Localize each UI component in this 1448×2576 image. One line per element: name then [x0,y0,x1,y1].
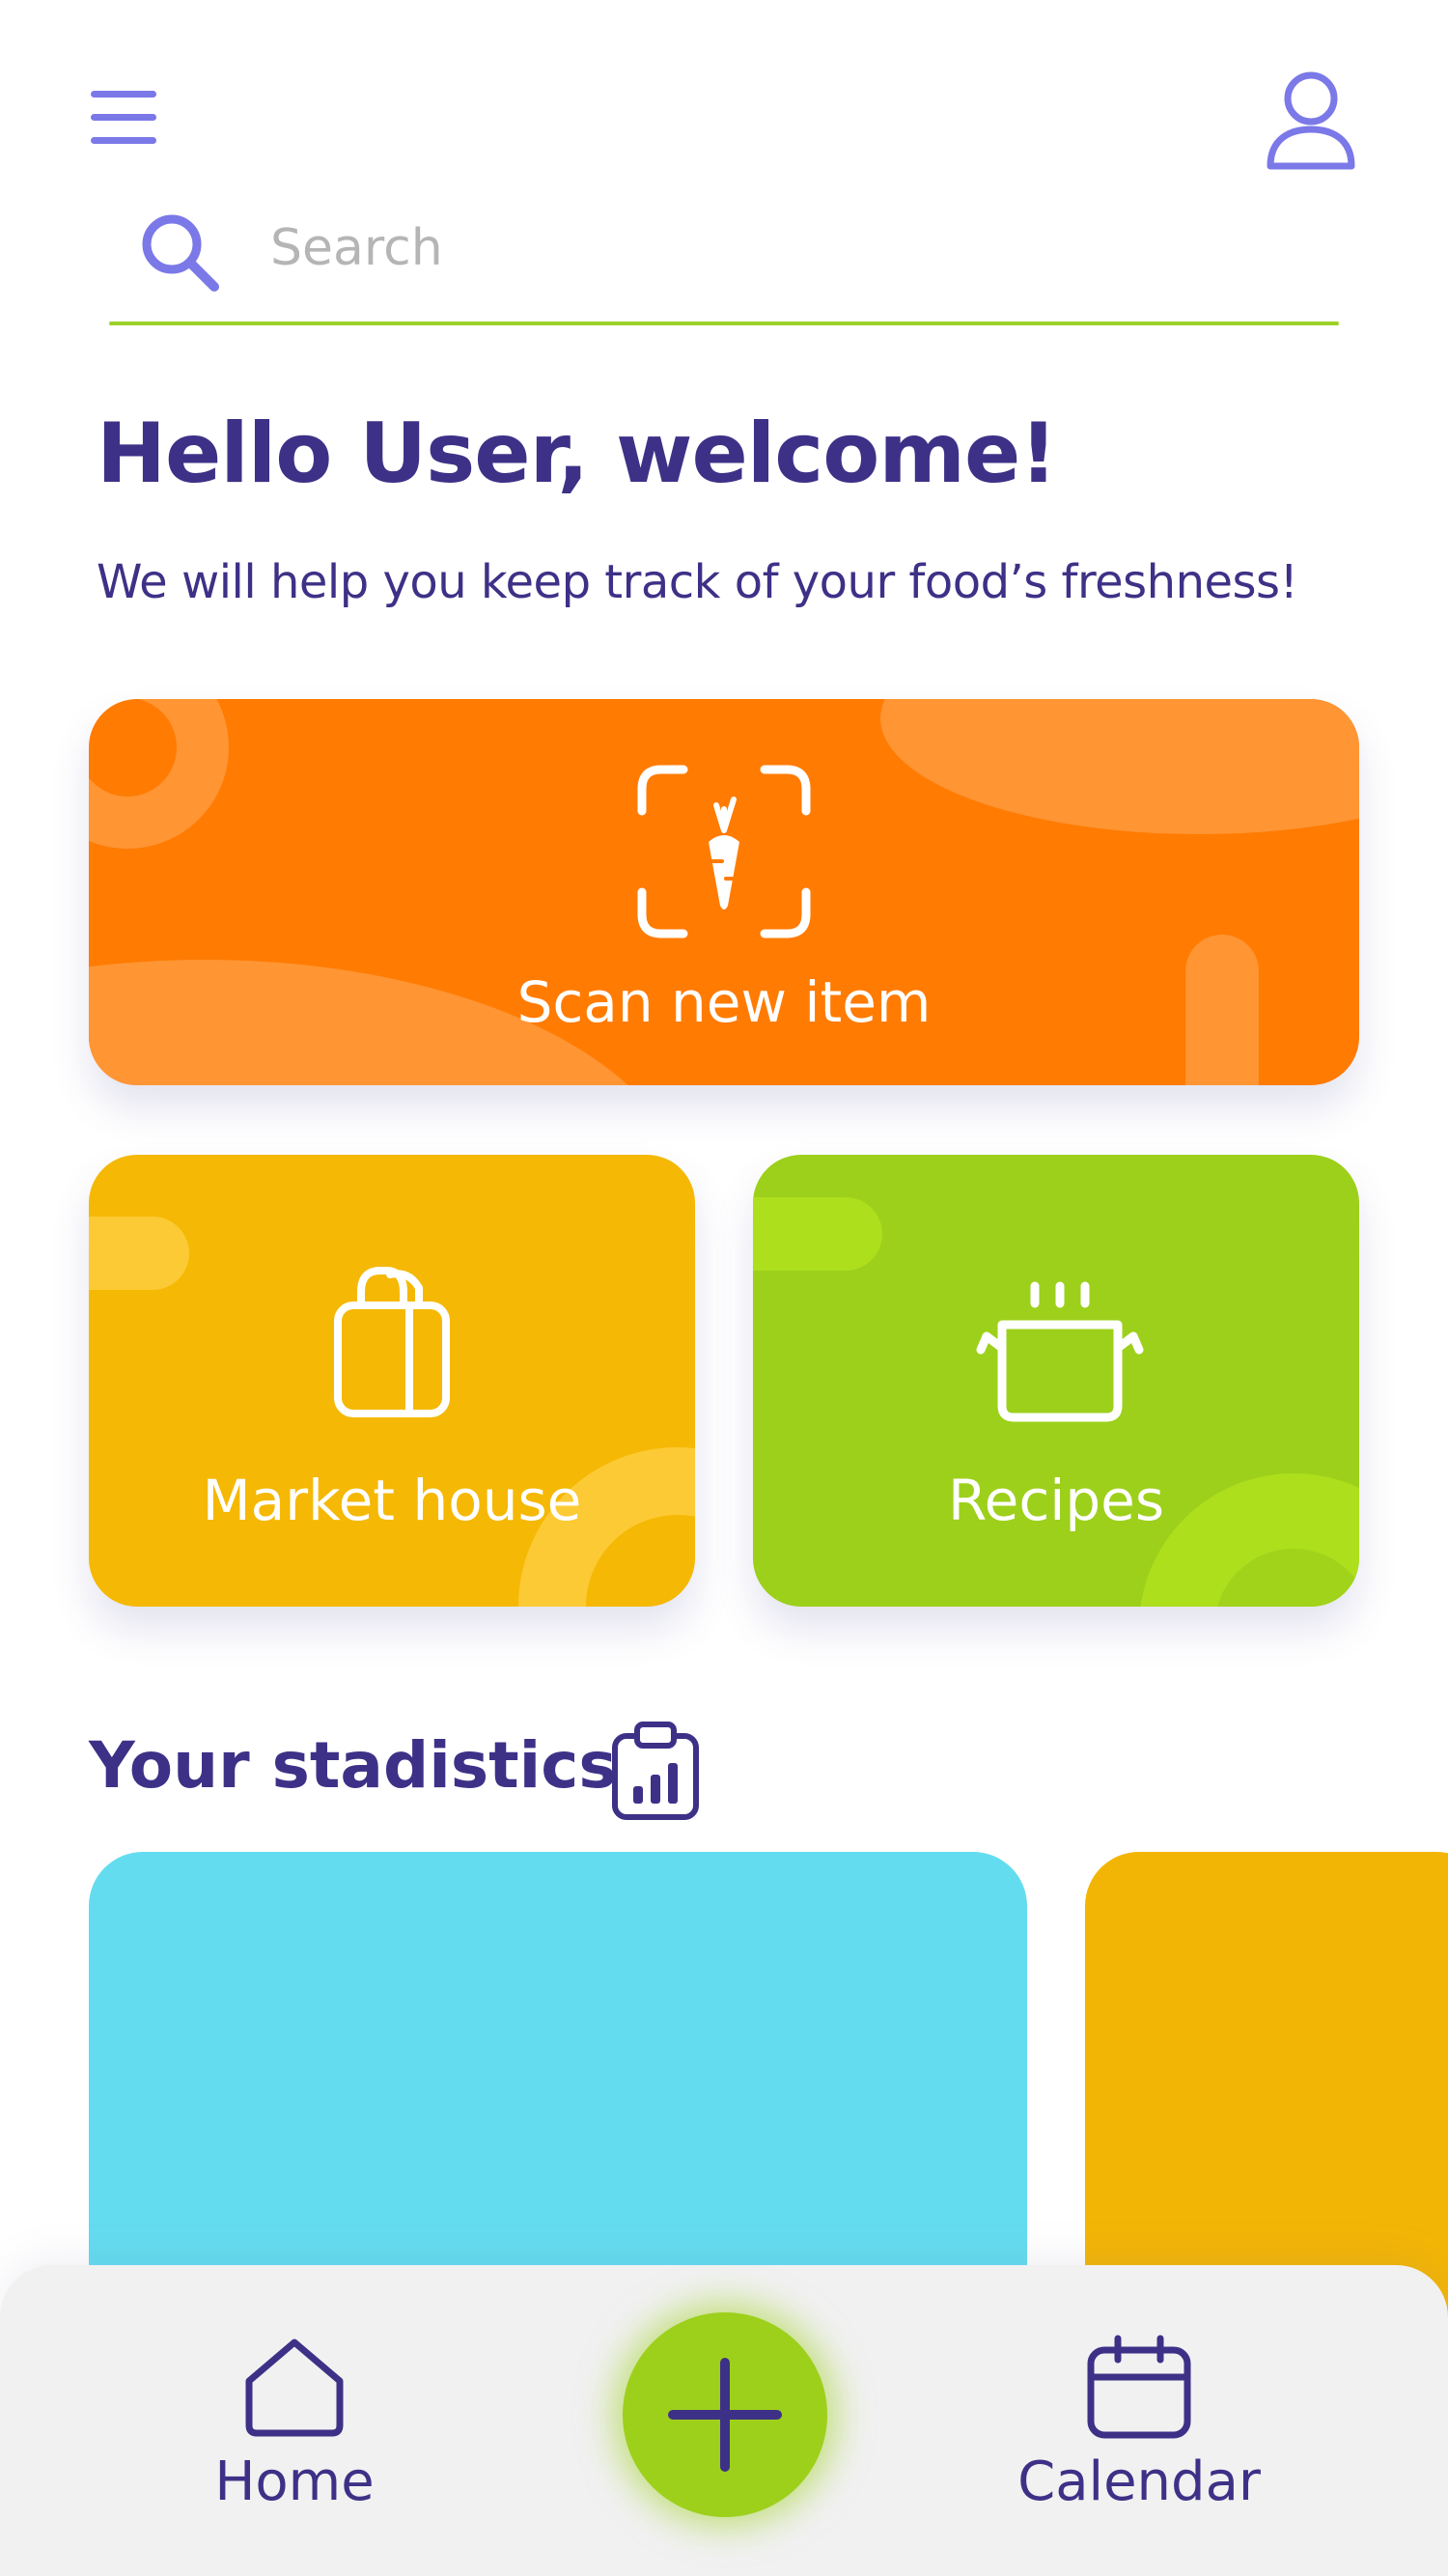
scan-new-item-card[interactable]: Scan new item [89,699,1359,1085]
app-screen: Hello User, welcome! We will help you ke… [0,0,1448,2576]
hamburger-menu-icon[interactable] [87,85,164,153]
nav-home-label: Home [214,2450,375,2513]
menu-line [91,114,156,121]
menu-line [91,137,156,144]
plus-icon [668,2358,782,2472]
user-icon[interactable] [1265,70,1357,176]
home-icon [241,2337,348,2439]
nav-calendar-label: Calendar [1017,2450,1261,2513]
clipboard-chart-icon[interactable] [610,1721,701,1821]
page-subtitle: We will help you keep track of your food… [97,555,1298,609]
page-title: Hello User, welcome! [97,406,1058,502]
search-underline [109,322,1339,325]
shopping-bag-icon [332,1263,452,1419]
recipes-label: Recipes [947,1468,1165,1533]
market-house-label: Market house [202,1468,582,1533]
statistics-title: Your stadistics [89,1728,617,1803]
search-icon[interactable] [135,208,222,294]
nav-calendar[interactable]: Calendar [1004,2335,1274,2528]
scan-carrot-icon [637,765,811,938]
nav-home[interactable]: Home [193,2337,396,2530]
recipes-card[interactable]: Recipes [753,1155,1359,1607]
add-button[interactable] [623,2312,827,2517]
calendar-icon [1085,2335,1193,2441]
search-input[interactable] [270,208,1236,289]
market-house-card[interactable]: Market house [89,1155,695,1607]
cooking-pot-icon [973,1280,1147,1435]
menu-line [91,91,156,98]
scan-new-item-label: Scan new item [516,969,932,1035]
